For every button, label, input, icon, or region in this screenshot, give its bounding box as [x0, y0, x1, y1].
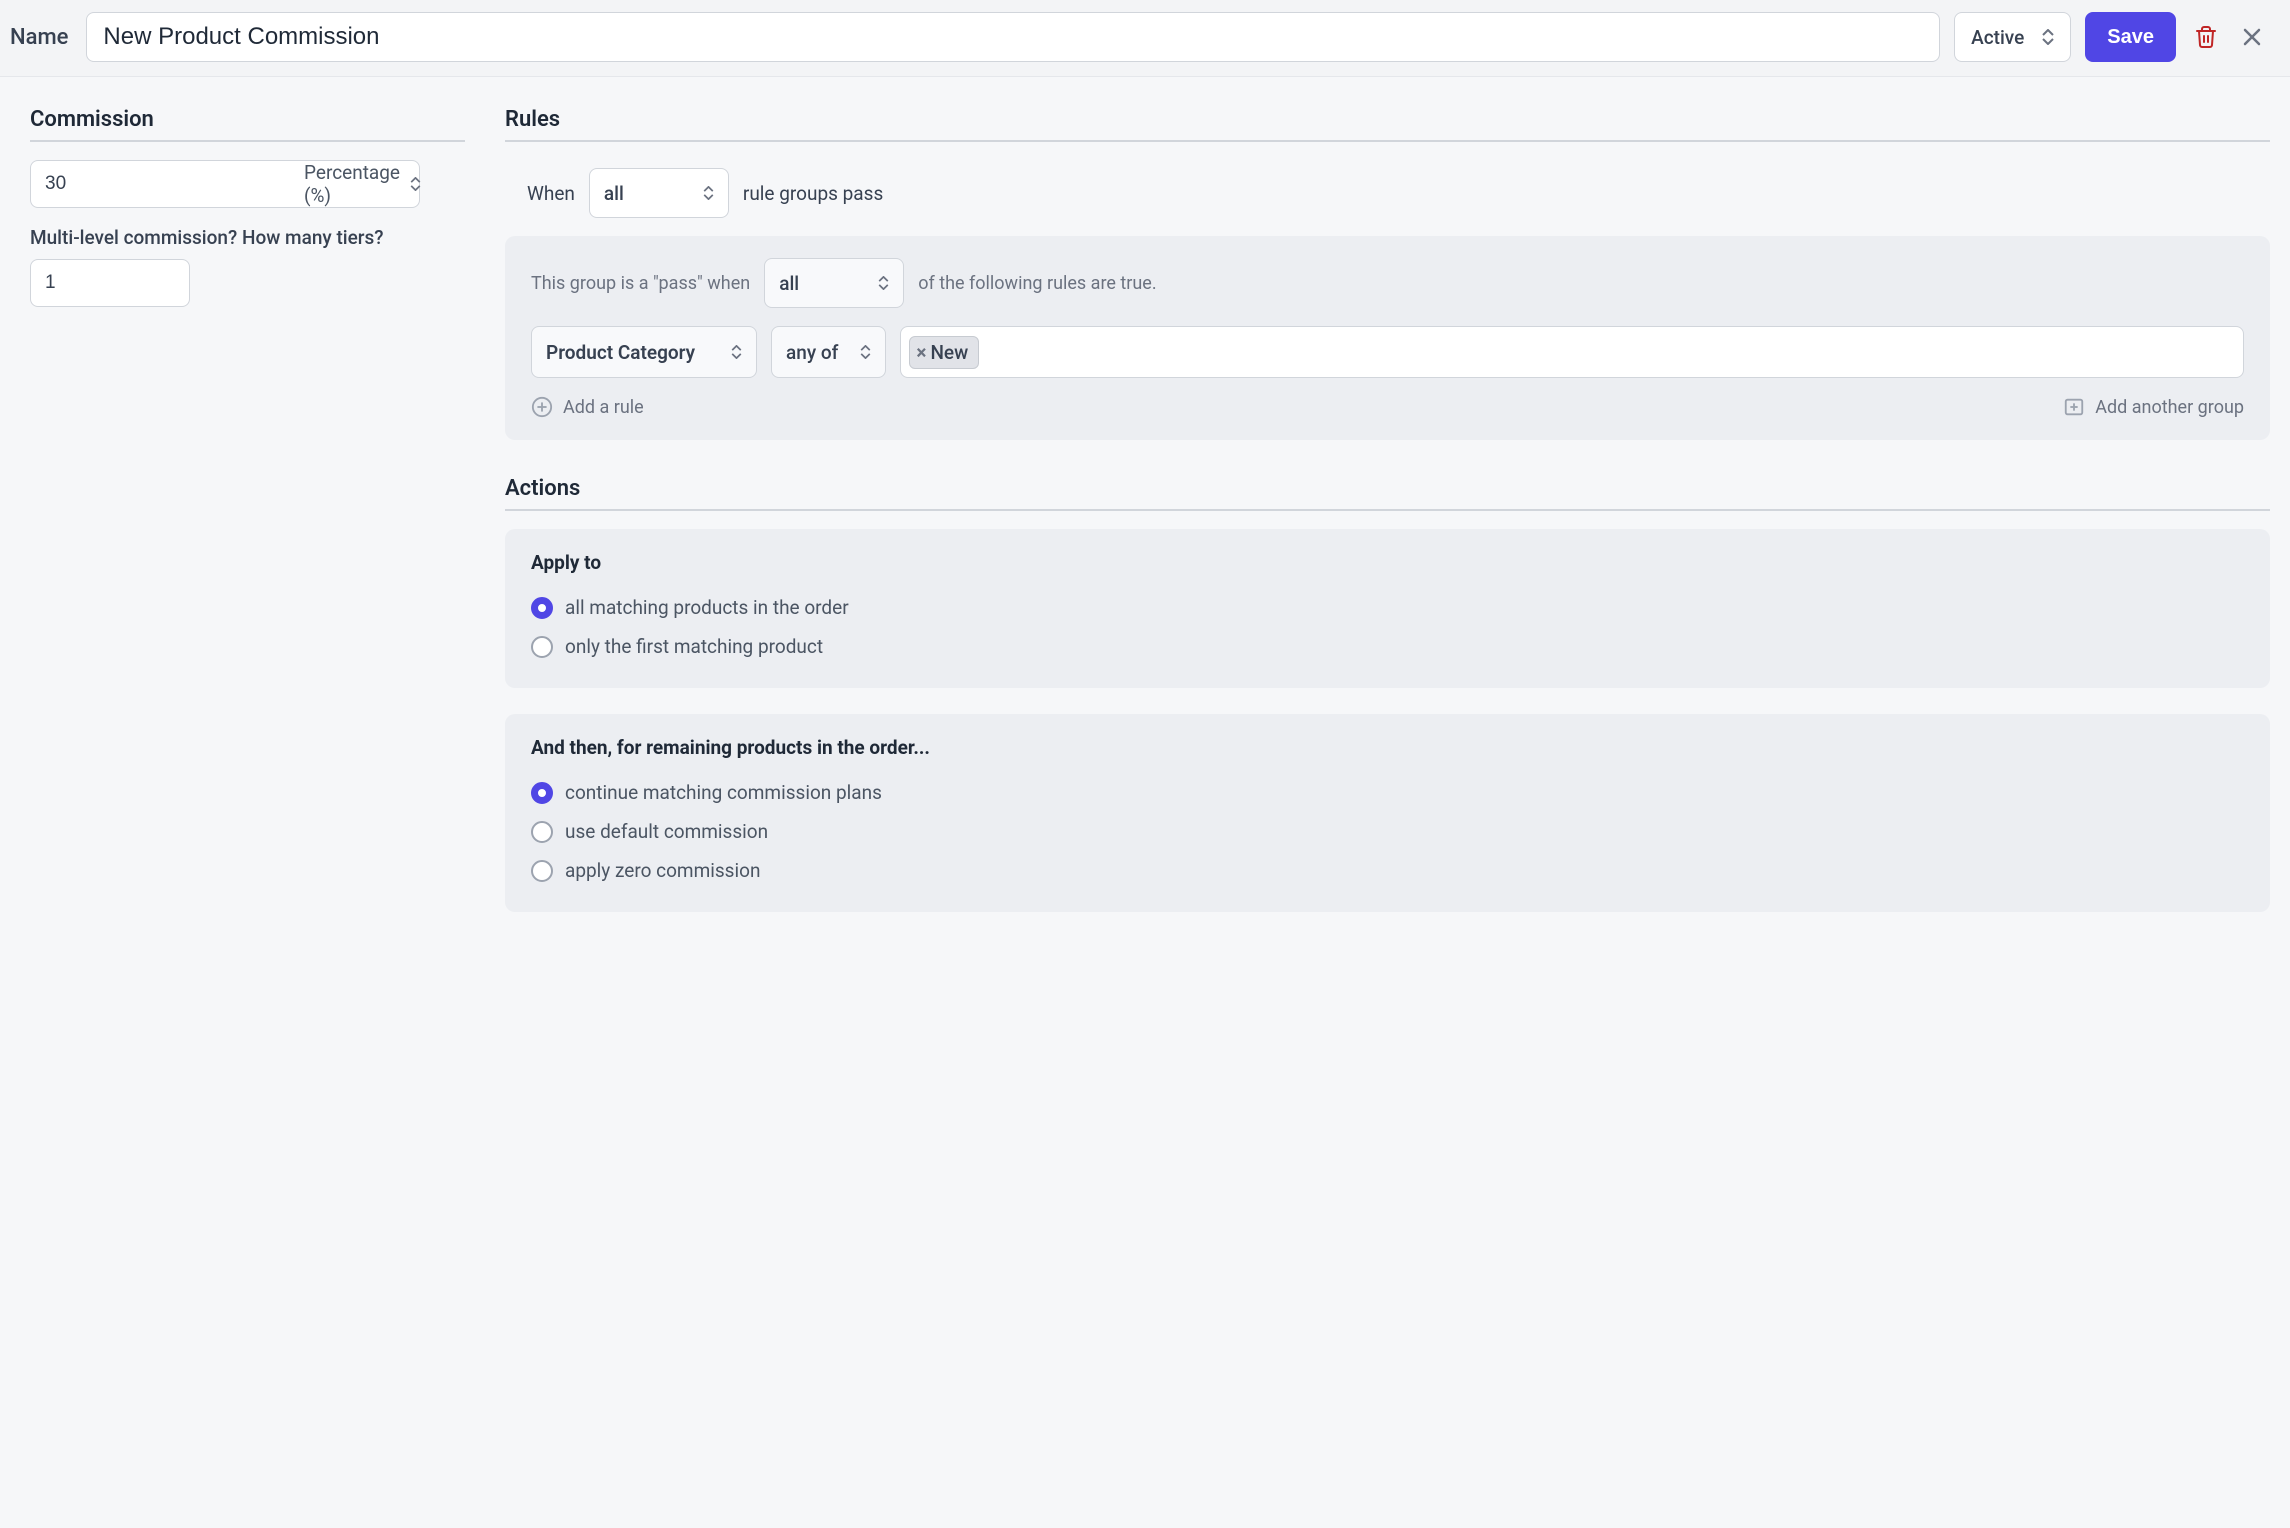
commission-value-input[interactable] — [31, 161, 304, 207]
sort-icon — [731, 345, 742, 359]
remaining-title: And then, for remaining products in the … — [531, 736, 2244, 759]
save-button[interactable]: Save — [2085, 12, 2176, 62]
tiers-question-label: Multi-level commission? How many tiers? — [30, 226, 465, 249]
remaining-option-label: continue matching commission plans — [565, 781, 882, 804]
status-select[interactable]: Active — [1954, 12, 2071, 62]
apply-to-panel: Apply to all matching products in the or… — [505, 529, 2270, 688]
when-mode-select[interactable]: all — [589, 168, 729, 218]
add-rule-button[interactable]: Add a rule — [531, 396, 644, 418]
name-input[interactable] — [86, 12, 1940, 62]
add-group-label: Add another group — [2095, 397, 2244, 418]
add-rule-label: Add a rule — [563, 397, 644, 418]
radio-checked-icon — [531, 782, 553, 804]
tiers-input[interactable] — [30, 259, 190, 307]
radio-checked-icon — [531, 597, 553, 619]
tag-remove-icon[interactable]: × — [916, 341, 926, 364]
sort-icon — [860, 345, 871, 359]
sort-icon — [410, 177, 421, 191]
apply-to-title: Apply to — [531, 551, 2244, 574]
tag-label: New — [930, 341, 968, 364]
rule-operator-value: any of — [786, 341, 838, 364]
commission-type-label: Percentage (%) — [304, 161, 400, 207]
rule-field-select[interactable]: Product Category — [531, 326, 757, 378]
group-footer: Add a rule Add another group — [531, 396, 2244, 418]
rule-value-taginput[interactable]: × New — [900, 326, 2244, 378]
remaining-option-label: apply zero commission — [565, 859, 760, 882]
group-pass-prefix: This group is a "pass" when — [531, 273, 750, 294]
apply-option-first[interactable]: only the first matching product — [531, 627, 2244, 666]
rule-group: This group is a "pass" when all of the f… — [505, 236, 2270, 440]
commission-heading: Commission — [30, 107, 465, 142]
remaining-option-zero[interactable]: apply zero commission — [531, 851, 2244, 890]
group-pass-row: This group is a "pass" when all of the f… — [531, 258, 2244, 308]
sort-icon — [703, 186, 714, 200]
name-label: Name — [10, 25, 72, 50]
right-column: Rules When all rule groups pass This gro… — [505, 107, 2270, 938]
rule-field-value: Product Category — [546, 341, 695, 364]
rule-row: Product Category any of × — [531, 326, 2244, 378]
remaining-panel: And then, for remaining products in the … — [505, 714, 2270, 912]
group-pass-select[interactable]: all — [764, 258, 904, 308]
remaining-option-continue[interactable]: continue matching commission plans — [531, 773, 2244, 812]
remaining-option-label: use default commission — [565, 820, 768, 843]
when-row: When all rule groups pass — [505, 160, 2270, 236]
apply-option-label: all matching products in the order — [565, 596, 849, 619]
rules-heading: Rules — [505, 107, 2270, 142]
when-suffix: rule groups pass — [743, 182, 883, 205]
rule-operator-select[interactable]: any of — [771, 326, 886, 378]
radio-icon — [531, 636, 553, 658]
group-pass-value: all — [779, 272, 799, 295]
when-prefix: When — [527, 182, 575, 205]
radio-icon — [531, 860, 553, 882]
apply-option-label: only the first matching product — [565, 635, 823, 658]
tag: × New — [909, 336, 979, 369]
add-group-button[interactable]: Add another group — [2063, 396, 2244, 418]
when-mode-value: all — [604, 182, 624, 205]
commission-panel: Commission Percentage (%) Multi-level co… — [30, 107, 465, 938]
apply-option-all[interactable]: all matching products in the order — [531, 588, 2244, 627]
radio-icon — [531, 821, 553, 843]
trash-icon[interactable] — [2190, 21, 2222, 53]
sort-icon — [878, 276, 889, 290]
main-content: Commission Percentage (%) Multi-level co… — [0, 77, 2290, 998]
status-value: Active — [1971, 26, 2024, 49]
toolbar: Name Active Save — [0, 0, 2290, 77]
actions-heading: Actions — [505, 476, 2270, 511]
commission-type-select[interactable]: Percentage (%) — [304, 161, 421, 207]
sort-icon — [2042, 29, 2054, 45]
close-icon[interactable] — [2236, 21, 2268, 53]
commission-input-row: Percentage (%) — [30, 160, 420, 208]
group-pass-suffix: of the following rules are true. — [918, 273, 1156, 294]
remaining-option-default[interactable]: use default commission — [531, 812, 2244, 851]
actions-panel: Actions Apply to all matching products i… — [505, 476, 2270, 912]
